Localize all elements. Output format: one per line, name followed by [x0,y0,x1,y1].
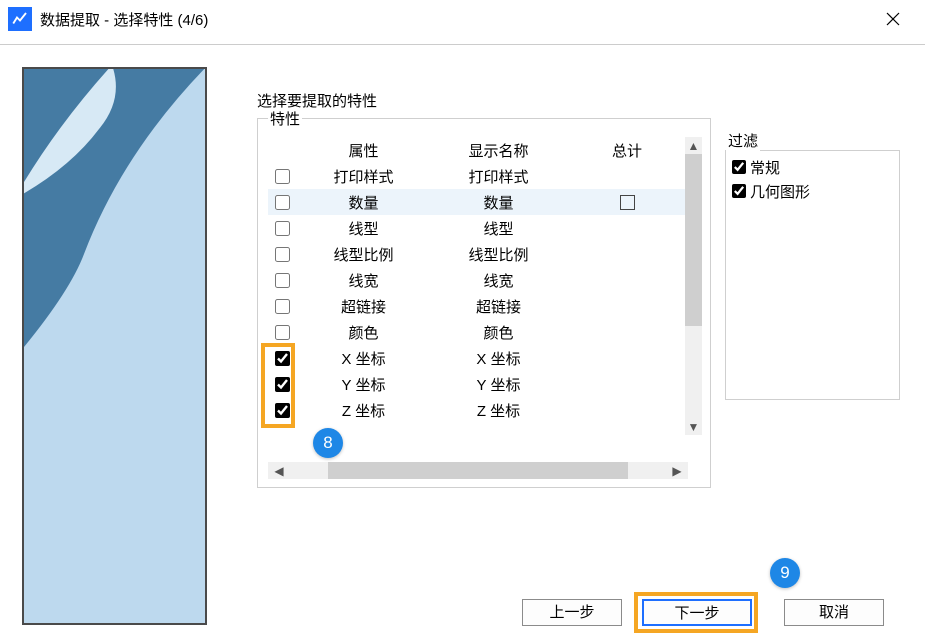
row-checkbox[interactable] [275,351,290,366]
table-row[interactable]: 打印样式打印样式 [268,163,688,189]
cell-attr: 超链接 [296,296,431,317]
titlebar-separator [0,44,925,45]
cell-display: 数量 [431,192,566,213]
cell-display: X 坐标 [431,348,566,369]
filter-checkbox[interactable] [732,160,746,174]
cell-attr: 数量 [296,192,431,213]
properties-table: 属性 显示名称 总计 打印样式打印样式数量数量线型线型线型比例线型比例线宽线宽超… [268,137,688,435]
table-row[interactable]: 线宽线宽 [268,267,688,293]
scroll-up-icon[interactable]: ▲ [685,137,702,154]
cell-attr: 线型 [296,218,431,239]
table-row[interactable]: 颜色颜色 [268,319,688,345]
dialog-data-extract: 数据提取 - 选择特性 (4/6) 选择要提取的特性 特性 属性 显示名称 [0,0,925,642]
step-badge-9: 9 [770,558,800,588]
vertical-scrollbar[interactable]: ▲ ▼ [685,137,702,435]
table-row[interactable]: 线型线型 [268,215,688,241]
table-row[interactable]: X 坐标X 坐标 [268,345,688,371]
row-checkbox[interactable] [275,403,290,418]
filter-label: 几何图形 [750,181,810,202]
row-checkbox[interactable] [275,299,290,314]
header-total: 总计 [566,140,688,161]
next-button[interactable]: 下一步 [642,599,752,626]
page-curl-icon [22,67,207,625]
close-button[interactable] [873,4,913,34]
scroll-left-icon[interactable]: ◀ [268,462,290,479]
cell-attr: X 坐标 [296,348,431,369]
scroll-down-icon[interactable]: ▼ [685,418,702,435]
scroll-right-icon[interactable]: ▶ [666,462,688,479]
cell-attr: Y 坐标 [296,374,431,395]
filter-list: 常规几何图形 [726,151,899,203]
table-row[interactable]: Y 坐标Y 坐标 [268,371,688,397]
table-row[interactable]: 超链接超链接 [268,293,688,319]
cell-display: 线型比例 [431,244,566,265]
close-icon [886,12,900,26]
table-row[interactable]: 数量数量 [268,189,688,215]
filter-item[interactable]: 常规 [726,155,899,179]
group-properties-label: 特性 [268,108,302,129]
group-properties: 特性 属性 显示名称 总计 打印样式打印样式数量数量线型线型线型比例线型比例线宽… [257,118,711,488]
cell-attr: Z 坐标 [296,400,431,421]
prev-button[interactable]: 上一步 [522,599,622,626]
row-checkbox[interactable] [275,247,290,262]
filter-item[interactable]: 几何图形 [726,179,899,203]
cell-display: Y 坐标 [431,374,566,395]
total-checkbox[interactable] [620,195,635,210]
header-display: 显示名称 [431,140,566,161]
cell-display: 超链接 [431,296,566,317]
cell-display: 线型 [431,218,566,239]
row-checkbox[interactable] [275,195,290,210]
cell-total [566,195,688,210]
cell-display: 打印样式 [431,166,566,187]
row-checkbox[interactable] [275,325,290,340]
table-header: 属性 显示名称 总计 [268,137,688,163]
cell-attr: 线型比例 [296,244,431,265]
cell-display: 颜色 [431,322,566,343]
group-filter-label: 过滤 [726,130,760,151]
cell-display: Z 坐标 [431,400,566,421]
wizard-preview-panel [22,67,207,625]
row-checkbox[interactable] [275,221,290,236]
titlebar: 数据提取 - 选择特性 (4/6) [0,0,925,38]
table-row[interactable]: Z 坐标Z 坐标 [268,397,688,423]
cell-attr: 打印样式 [296,166,431,187]
group-filter: 过滤 常规几何图形 [725,150,900,400]
row-checkbox[interactable] [275,377,290,392]
filter-label: 常规 [750,157,780,178]
cancel-button[interactable]: 取消 [784,599,884,626]
cell-attr: 线宽 [296,270,431,291]
table-row[interactable]: 线型比例线型比例 [268,241,688,267]
cell-display: 线宽 [431,270,566,291]
app-icon [8,7,32,31]
h-scroll-thumb[interactable] [328,462,628,479]
v-scroll-thumb[interactable] [685,154,702,326]
horizontal-scrollbar[interactable]: ◀ ▶ [268,462,688,479]
filter-checkbox[interactable] [732,184,746,198]
row-checkbox[interactable] [275,169,290,184]
cell-attr: 颜色 [296,322,431,343]
row-checkbox[interactable] [275,273,290,288]
header-attr: 属性 [296,140,431,161]
dialog-title: 数据提取 - 选择特性 (4/6) [40,9,208,30]
